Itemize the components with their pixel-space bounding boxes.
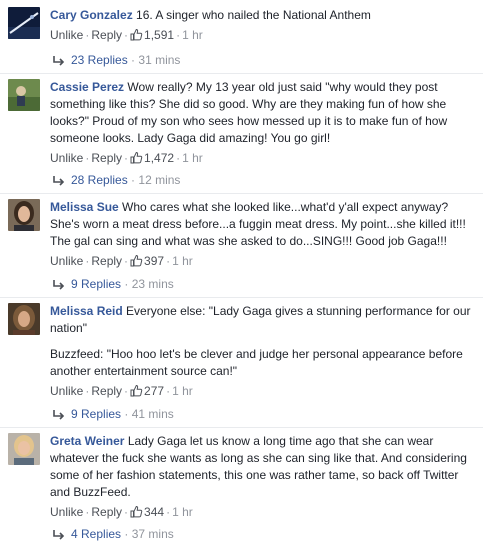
comment-author[interactable]: Cary Gonzalez [50,8,133,22]
like-count-value: 1,472 [144,151,175,165]
like-count[interactable]: 277 [130,384,164,398]
comment-text: 16. A singer who nailed the National Ant… [136,8,371,22]
like-count-value: 344 [144,505,165,519]
view-replies[interactable]: 9 Replies · 23 mins [52,275,174,293]
comment-time[interactable]: 1 hr [182,28,203,42]
avatar[interactable] [8,199,40,231]
separator: · [124,527,129,541]
comment-divider [0,193,483,194]
like-count-value: 277 [144,384,165,398]
unlike-link[interactable]: Unlike [50,28,83,42]
comment-time[interactable]: 1 hr [172,254,193,268]
separator: · [166,384,171,398]
separator: · [131,173,136,187]
reply-link[interactable]: Reply [91,384,122,398]
unlike-link[interactable]: Unlike [50,384,83,398]
comment-author[interactable]: Greta Weiner [50,434,124,448]
separator: · [166,505,171,519]
replies-link[interactable]: 4 Replies [71,527,121,541]
comment-author[interactable]: Cassie Perez [50,80,124,94]
like-count-value: 1,591 [144,28,175,42]
reply-link[interactable]: Reply [91,28,122,42]
comment-body: Melissa Sue Who cares what she looked li… [50,199,473,270]
comment-body: Melissa Reid Everyone else: "Lady Gaga g… [50,303,473,400]
avatar[interactable] [8,433,40,465]
comment-body: Greta Weiner Lady Gaga let us know a lon… [50,433,473,521]
comment-divider [0,73,483,74]
comment-actions: Unlike · Reply · 1,591 · 1 hr [50,27,473,44]
view-replies[interactable]: 23 Replies · 31 mins [52,51,180,69]
like-count[interactable]: 344 [130,505,164,519]
comment-actions: Unlike · Reply · 397 · 1 hr [50,253,473,270]
replies-time: 31 mins [138,53,181,67]
like-count-value: 397 [144,254,165,268]
replies-time: 37 mins [131,527,174,541]
replies-time: 41 mins [131,407,174,421]
like-count[interactable]: 1,591 [130,28,174,42]
unlike-link[interactable]: Unlike [50,254,83,268]
separator: · [176,151,181,165]
comment-text: Buzzfeed: "Hoo hoo let's be clever and j… [50,347,463,378]
comment-body: Cary Gonzalez 16. A singer who nailed th… [50,7,473,44]
reply-arrow-icon [53,410,65,420]
like-count[interactable]: 1,472 [130,151,174,165]
reply-arrow-icon [53,56,65,66]
thumbs-up-icon [130,384,143,397]
separator: · [124,277,129,291]
comment-body: Cassie Perez Wow really? My 13 year old … [50,79,473,167]
separator: · [124,384,129,398]
reply-arrow-icon [53,530,65,540]
comment-time[interactable]: 1 hr [182,151,203,165]
separator: · [124,151,129,165]
thumbs-up-icon [130,254,143,267]
comment-author[interactable]: Melissa Sue [50,200,119,214]
separator: · [131,53,136,67]
comment-author[interactable]: Melissa Reid [50,304,123,318]
separator: · [176,28,181,42]
separator: · [124,407,129,421]
replies-link[interactable]: 23 Replies [71,53,128,67]
comment-divider [0,297,483,298]
replies-time: 12 mins [138,173,181,187]
replies-link[interactable]: 9 Replies [71,277,121,291]
reply-link[interactable]: Reply [91,254,122,268]
separator: · [124,505,129,519]
thumbs-up-icon [130,505,143,518]
view-replies[interactable]: 9 Replies · 41 mins [52,405,174,423]
thumbs-up-icon [130,28,143,41]
replies-link[interactable]: 28 Replies [71,173,128,187]
like-count[interactable]: 397 [130,254,164,268]
separator: · [166,254,171,268]
reply-arrow-icon [53,280,65,290]
replies-time: 23 mins [131,277,174,291]
comment-actions: Unlike · Reply · 277 · 1 hr [50,383,473,400]
comment-time[interactable]: 1 hr [172,505,193,519]
separator: · [124,28,129,42]
comment-divider [0,427,483,428]
avatar[interactable] [8,303,40,335]
unlike-link[interactable]: Unlike [50,151,83,165]
replies-link[interactable]: 9 Replies [71,407,121,421]
comment-time[interactable]: 1 hr [172,384,193,398]
separator: · [124,254,129,268]
view-replies[interactable]: 28 Replies · 12 mins [52,171,180,189]
unlike-link[interactable]: Unlike [50,505,83,519]
view-replies[interactable]: 4 Replies · 37 mins [52,525,174,543]
comment-actions: Unlike · Reply · 344 · 1 hr [50,504,473,521]
reply-link[interactable]: Reply [91,505,122,519]
avatar[interactable] [8,79,40,111]
reply-link[interactable]: Reply [91,151,122,165]
comment-actions: Unlike · Reply · 1,472 · 1 hr [50,150,473,167]
thumbs-up-icon [130,151,143,164]
reply-arrow-icon [53,176,65,186]
avatar[interactable] [8,7,40,39]
